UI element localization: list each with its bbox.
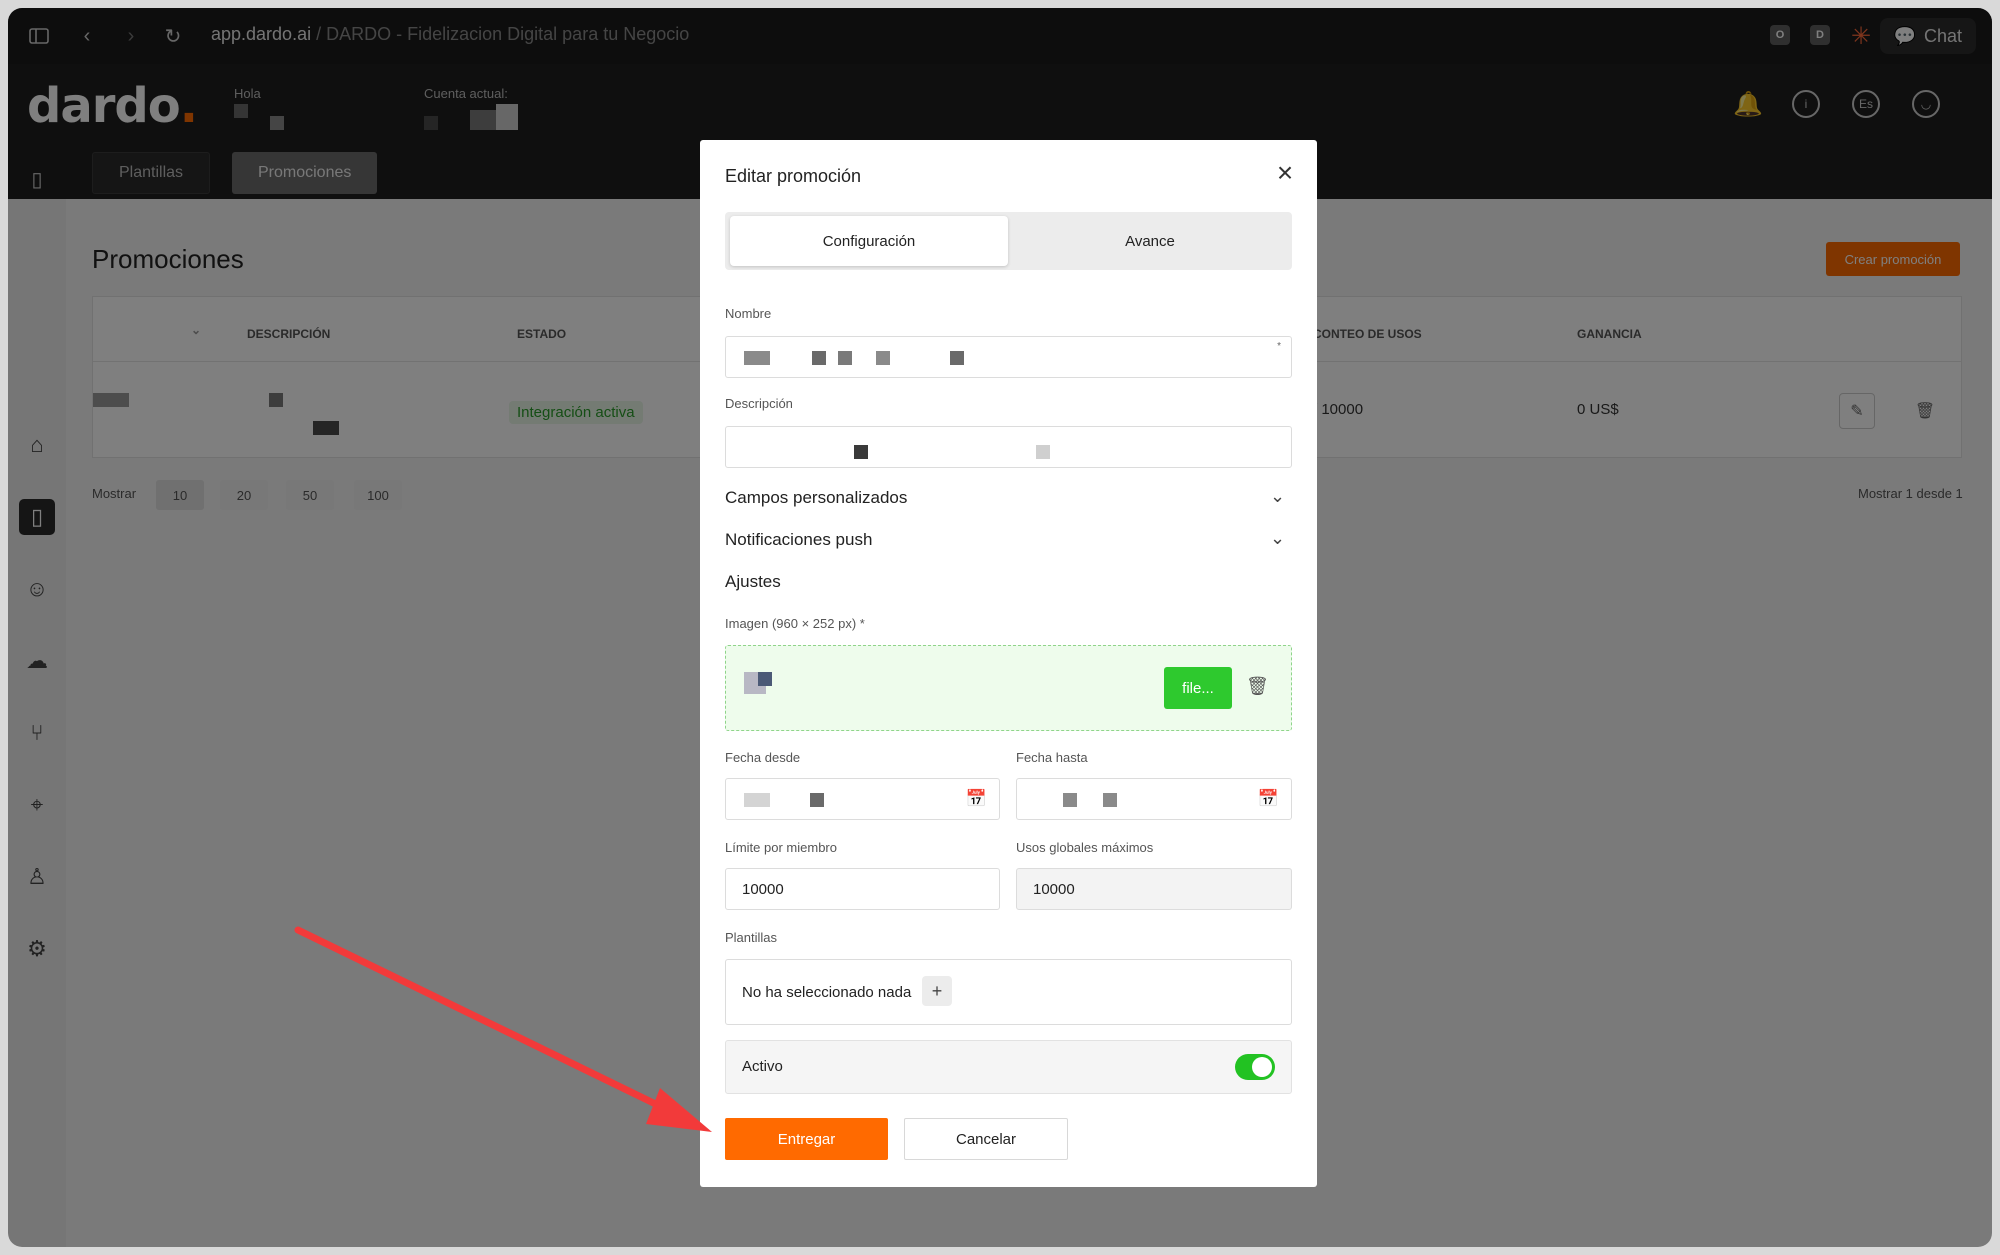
templates-selector[interactable]: No ha seleccionado nada + [725, 959, 1292, 1025]
name-label: Nombre [725, 306, 772, 321]
redacted-block [1103, 793, 1117, 807]
redacted-block [854, 445, 868, 459]
date-to-field[interactable]: 📅 [1016, 778, 1292, 820]
redacted-block [876, 351, 890, 365]
image-upload-area[interactable]: file... 🗑 [725, 645, 1292, 731]
name-field[interactable]: * [725, 336, 1292, 378]
redacted-block [838, 351, 852, 365]
description-field[interactable] [725, 426, 1292, 468]
limit-per-member-value: 10000 [742, 881, 784, 898]
redacted-block [810, 793, 824, 807]
redacted-block [1036, 445, 1050, 459]
templates-empty-text: No ha seleccionado nada [742, 984, 912, 1001]
image-trash-icon[interactable]: 🗑 [1246, 676, 1269, 697]
custom-fields-section[interactable]: Campos personalizados [725, 488, 907, 508]
edit-promotion-dialog: Editar promoción × Configuración Avance … [700, 140, 1317, 1187]
required-mark: * [1277, 341, 1281, 352]
date-from-field[interactable]: 📅 [725, 778, 1000, 820]
calendar-icon[interactable]: 📅 [1258, 789, 1279, 809]
cancel-button[interactable]: Cancelar [904, 1118, 1068, 1160]
redacted-block [812, 351, 826, 365]
add-template-button[interactable]: + [922, 976, 952, 1006]
dialog-tabs: Configuración Avance [725, 212, 1292, 270]
active-toggle[interactable] [1235, 1054, 1275, 1080]
browser-window: ‹ › ↻ app.dardo.ai / DARDO - Fidelizacio… [8, 8, 1992, 1247]
global-uses-value: 10000 [1033, 881, 1075, 898]
tab-avance[interactable]: Avance [1011, 216, 1289, 266]
redacted-block [744, 351, 770, 365]
image-thumbnail-detail [758, 672, 772, 686]
redacted-block [744, 793, 770, 807]
templates-label: Plantillas [725, 930, 778, 945]
date-to-label: Fecha hasta [1016, 750, 1088, 765]
chevron-down-icon[interactable]: ⌄ [1270, 528, 1285, 549]
chevron-down-icon[interactable]: ⌄ [1270, 486, 1285, 507]
redacted-block [1063, 793, 1077, 807]
description-label: Descripción [725, 396, 793, 411]
global-uses-label: Usos globales máximos [1016, 840, 1154, 855]
active-label: Activo [742, 1058, 783, 1075]
date-from-label: Fecha desde [725, 750, 801, 765]
submit-button[interactable]: Entregar [725, 1118, 888, 1160]
toggle-knob [1252, 1057, 1272, 1077]
close-icon[interactable]: × [1270, 157, 1300, 188]
settings-section-title: Ajustes [725, 572, 781, 591]
global-uses-field[interactable]: 10000 [1016, 868, 1292, 910]
active-setting: Activo [725, 1040, 1292, 1094]
limit-per-member-field[interactable]: 10000 [725, 868, 1000, 910]
file-upload-button[interactable]: file... [1164, 667, 1232, 709]
tab-configuracion[interactable]: Configuración [730, 216, 1008, 266]
limit-per-member-label: Límite por miembro [725, 840, 837, 855]
dialog-title: Editar promoción [725, 166, 862, 186]
redacted-block [950, 351, 964, 365]
calendar-icon[interactable]: 📅 [966, 789, 987, 809]
image-label: Imagen (960 × 252 px) * [725, 616, 865, 631]
push-notifications-section[interactable]: Notificaciones push [725, 530, 872, 550]
